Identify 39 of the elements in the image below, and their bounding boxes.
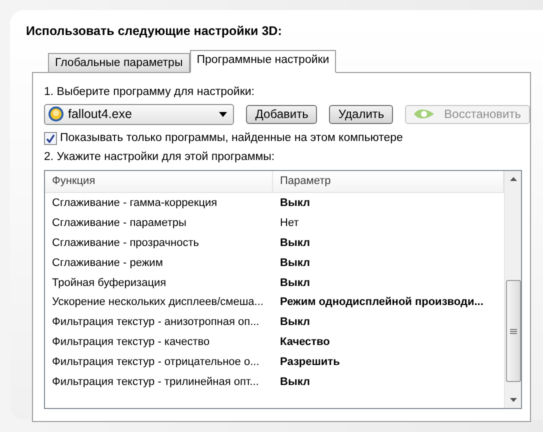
dropdown-arrow-icon — [219, 112, 228, 116]
checkbox-label: Показывать только программы, найденные на этом компьютере — [60, 132, 403, 144]
action-button[interactable]: Добавить — [246, 104, 318, 124]
checkbox[interactable] — [44, 132, 57, 144]
table-cell-text: Качество — [279, 336, 331, 348]
table-cell-text: Фильтрация текстур - отрицательное о... — [51, 356, 260, 368]
tab[interactable]: Программные настройки — [190, 50, 336, 73]
scroll-down-icon[interactable] — [510, 398, 516, 402]
table-cell-text: Выкл — [279, 196, 311, 209]
table-cell-text: Сглаживание - режим — [51, 256, 164, 269]
table-cell-text: Выкл — [279, 376, 311, 388]
table-cell-text: Фильтрация текстур - трилинейная опт... — [51, 376, 260, 388]
tab[interactable]: Глобальные параметры — [48, 53, 190, 72]
table-cell-text: Сглаживание - гамма-коррекция — [51, 196, 218, 209]
table-cell-text: Разрешить — [279, 356, 341, 368]
app-icon — [48, 106, 64, 122]
action-button[interactable]: Удалить — [329, 104, 394, 124]
step-label: 1. Выберите программу для настройки: — [44, 85, 256, 100]
table-cell-text: Фильтрация текстур - анизотропная оп... — [51, 316, 260, 328]
table-cell-text: Выкл — [279, 236, 311, 249]
table-cell-text: Выкл — [279, 276, 311, 288]
table-cell-text: Ускорение нескольких дисплеев/смеша... — [51, 296, 264, 308]
table-cell-text: Выкл — [279, 316, 311, 328]
table-cell-text: Сглаживание - прозрачность — [51, 236, 200, 249]
logo-icon — [414, 108, 434, 120]
table-cell-text: Сглаживание - параметры — [51, 216, 188, 229]
table-cell-text: Тройная буферизация — [51, 276, 168, 288]
scrollbar[interactable] — [504, 171, 521, 408]
table-cell-text: Выкл — [279, 256, 311, 269]
table-cell-text: Режим однодисплейной производи... — [279, 296, 484, 308]
table-cell-text: Фильтрация текстур - качество — [51, 336, 211, 348]
table-cell-text: Нет — [279, 216, 300, 229]
dropdown-value: fallout4.exe — [68, 107, 133, 121]
program-dropdown[interactable]: fallout4.exe — [44, 104, 234, 124]
scroll-thumb[interactable] — [506, 280, 520, 382]
step-label: 2. Укажите настройки для этой программы: — [44, 150, 276, 165]
column-header[interactable]: Функция — [45, 171, 273, 192]
scroll-up-icon[interactable] — [510, 177, 516, 181]
section-title: Использовать следующие настройки 3D: — [26, 24, 283, 40]
